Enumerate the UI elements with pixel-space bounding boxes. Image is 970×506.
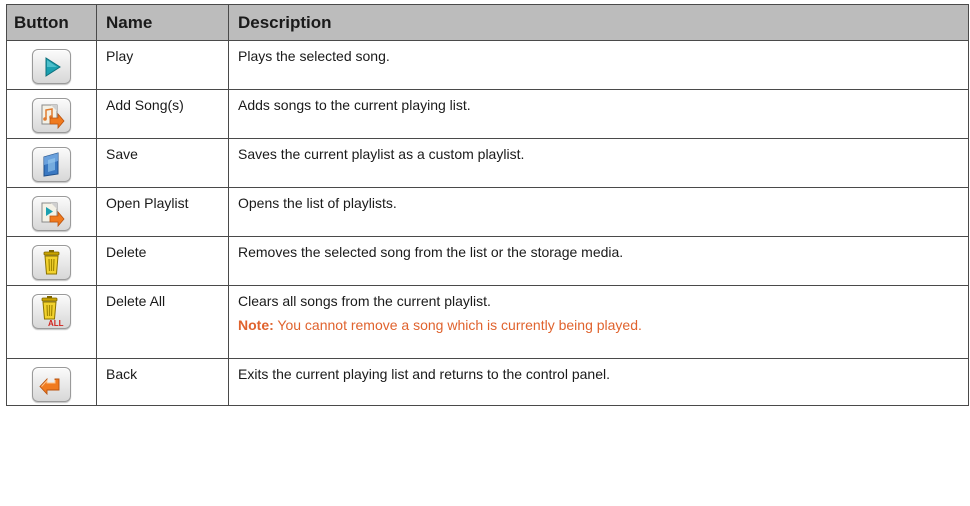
delete-all-button[interactable]: ALL [32, 294, 71, 329]
add-songs-icon [41, 104, 65, 130]
row-name: Save [96, 138, 229, 188]
row-description: Adds songs to the current playing list. [228, 89, 969, 139]
trash-icon [43, 250, 60, 275]
row-description: Removes the selected song from the list … [228, 236, 969, 286]
header-button: Button [6, 4, 97, 41]
table-header-row: Button Name Description [6, 4, 969, 41]
row-name: Add Song(s) [96, 89, 229, 139]
table-row: Back Exits the current playing list and … [6, 358, 969, 406]
play-icon [45, 57, 61, 77]
back-arrow-icon [39, 377, 60, 396]
table-row: Save Saves the current playlist as a cus… [6, 138, 969, 188]
play-button[interactable] [32, 49, 71, 84]
table-row: Open Playlist Opens the list of playlist… [6, 187, 969, 237]
svg-text:ALL: ALL [48, 319, 64, 328]
back-button[interactable] [32, 367, 71, 402]
delete-all-icon: ALL [41, 296, 64, 328]
row-name: Delete [96, 236, 229, 286]
row-name: Play [96, 40, 229, 90]
row-name: Back [96, 358, 229, 406]
save-button[interactable] [32, 147, 71, 182]
save-icon [43, 152, 59, 177]
delete-button[interactable] [32, 245, 71, 280]
note: Note: You cannot remove a song which is … [238, 317, 960, 333]
row-name: Delete All [96, 285, 229, 359]
open-playlist-icon [41, 202, 65, 228]
table-row: Delete Removes the selected song from th… [6, 236, 969, 286]
table-row: Play Plays the selected song. [6, 40, 969, 90]
add-songs-button[interactable] [32, 98, 71, 133]
row-name: Open Playlist [96, 187, 229, 237]
table-row: Add Song(s) Adds songs to the current pl… [6, 89, 969, 139]
table-row: ALL Delete All Clears all songs from the… [6, 285, 969, 359]
row-description: Opens the list of playlists. [228, 187, 969, 237]
open-playlist-button[interactable] [32, 196, 71, 231]
row-description: Saves the current playlist as a custom p… [228, 138, 969, 188]
note-label: Note: [238, 317, 274, 333]
header-description: Description [228, 4, 969, 41]
button-reference-table: Button Name Description Play Plays the s… [6, 4, 969, 406]
row-description-cell: Clears all songs from the current playli… [228, 285, 969, 359]
row-description: Plays the selected song. [228, 40, 969, 90]
header-name: Name [96, 4, 229, 41]
row-description: Clears all songs from the current playli… [238, 293, 491, 309]
row-description: Exits the current playing list and retur… [228, 358, 969, 406]
note-text: You cannot remove a song which is curren… [273, 317, 642, 333]
